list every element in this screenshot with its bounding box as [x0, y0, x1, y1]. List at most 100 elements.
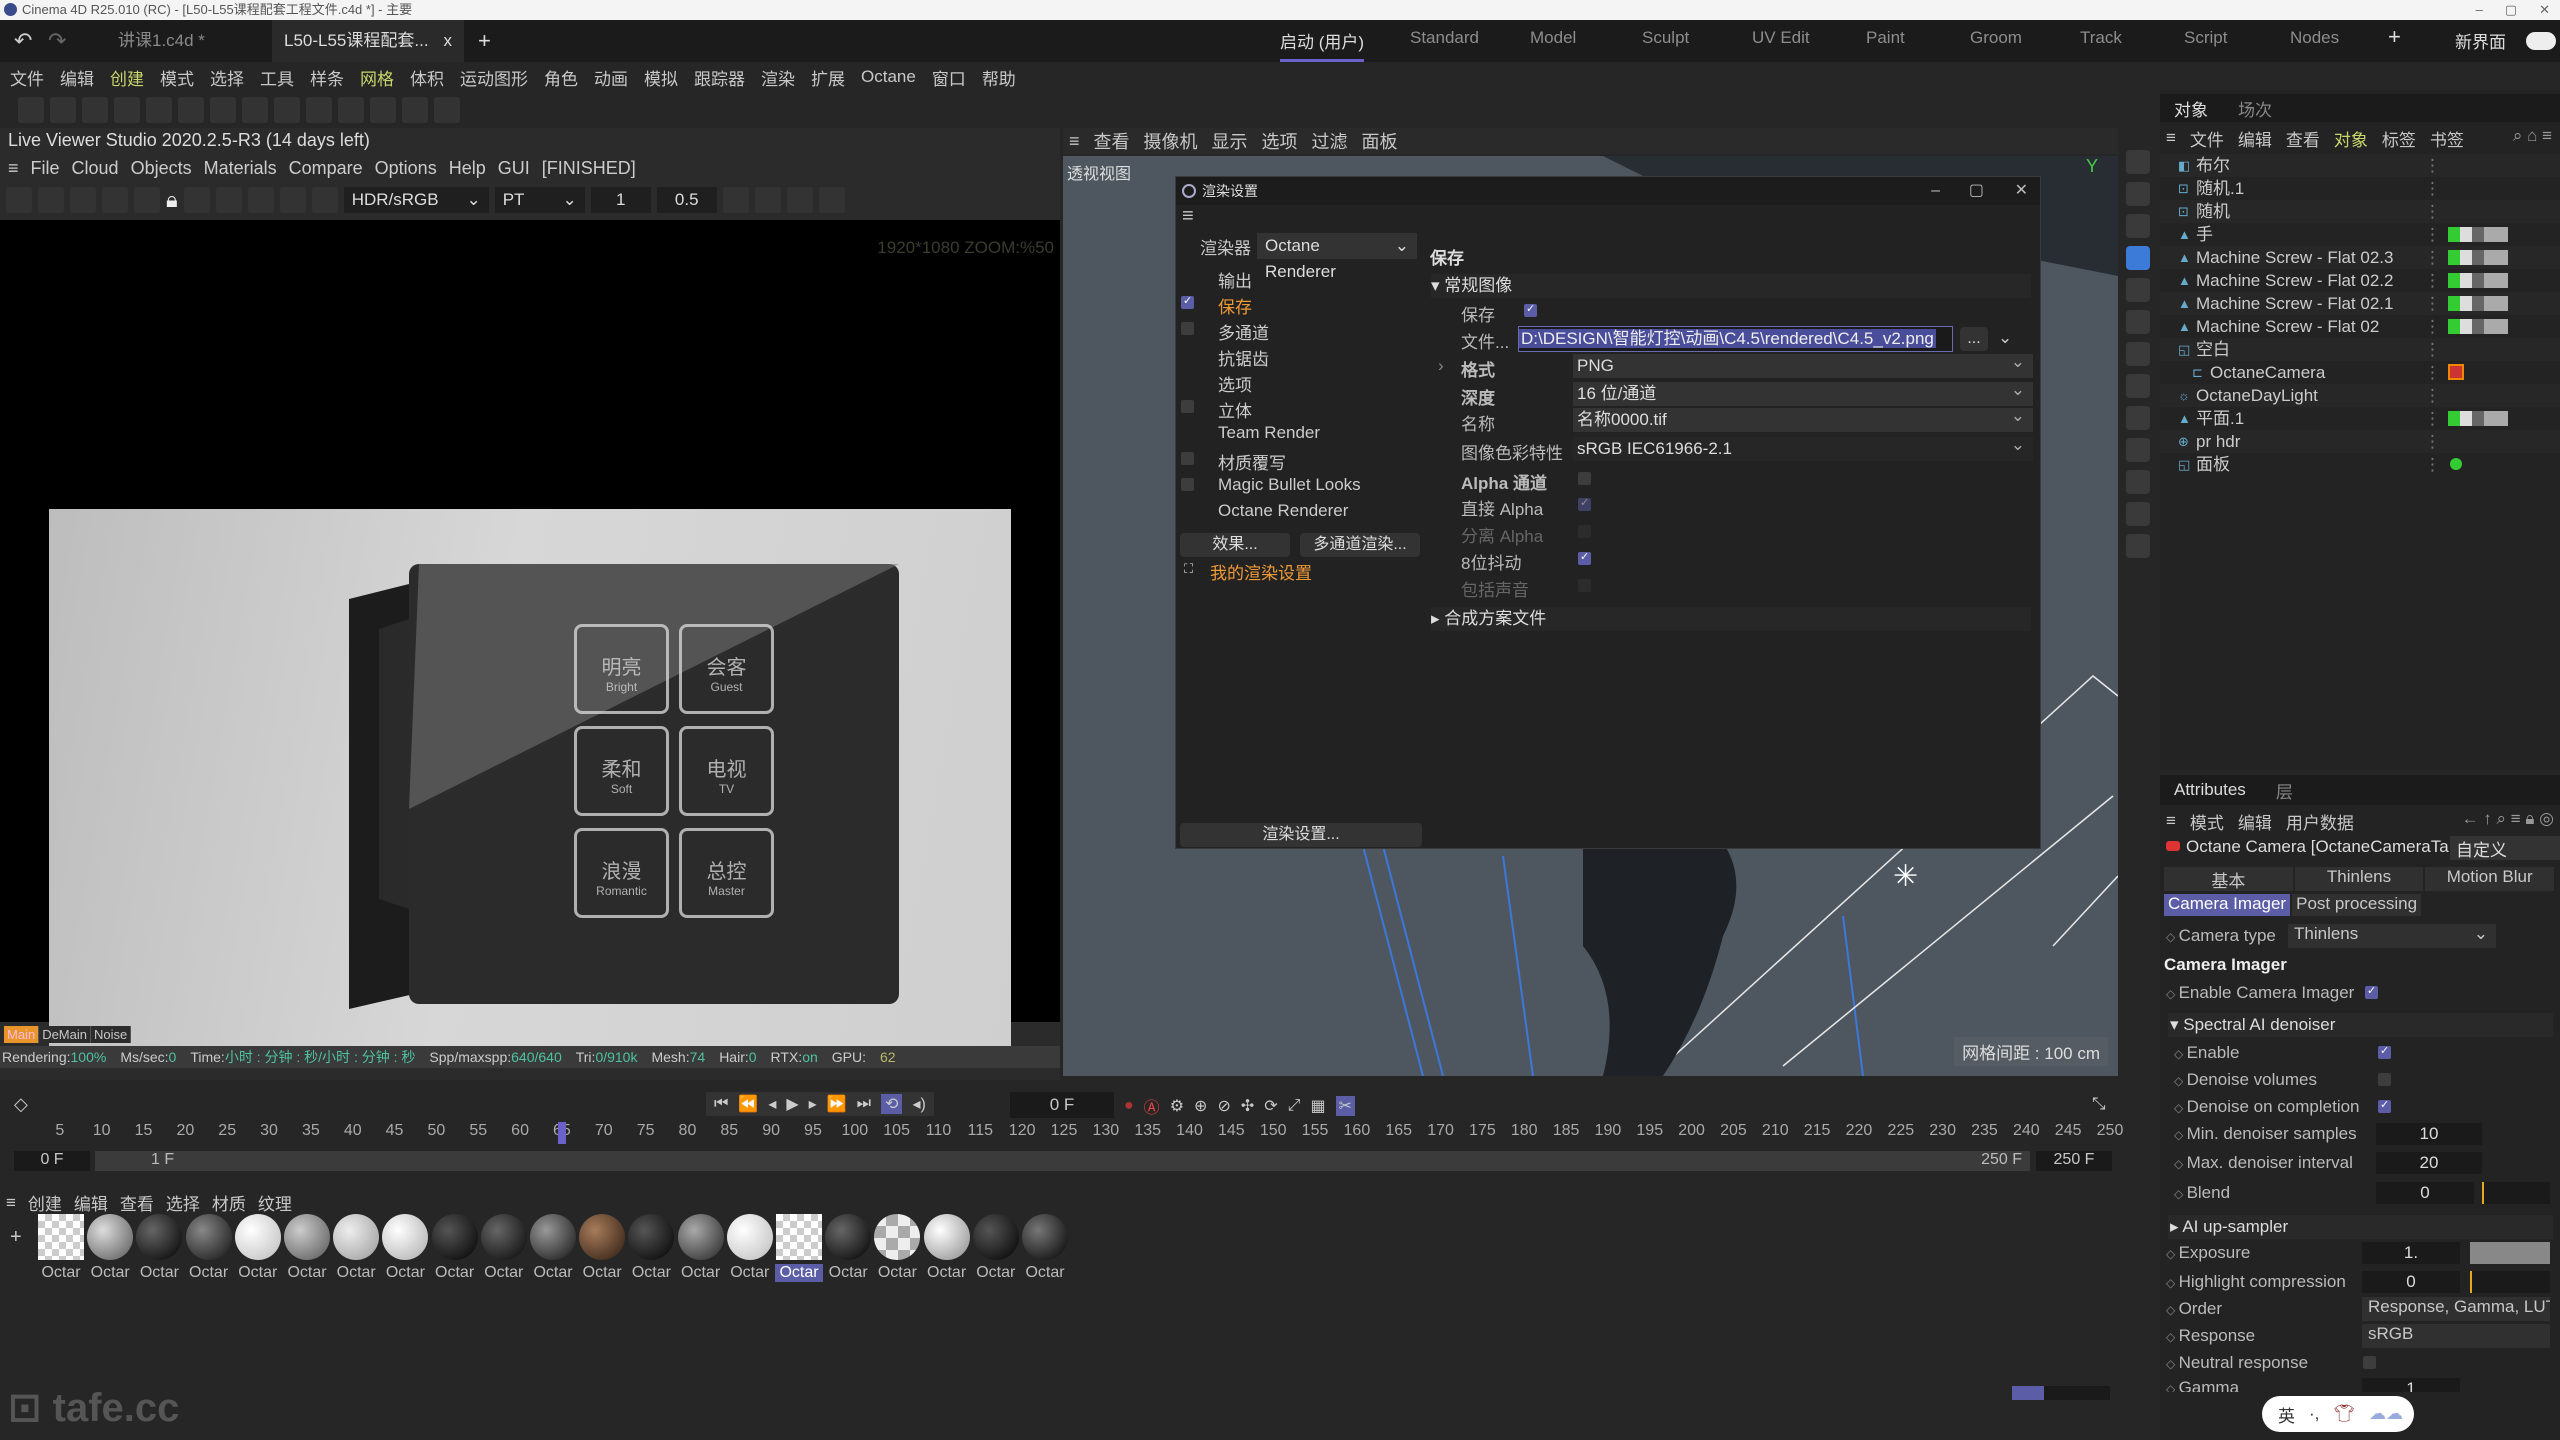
highlight-slider[interactable]: [2470, 1271, 2550, 1293]
pass-tab[interactable]: DeMain: [39, 1025, 91, 1043]
snap-icon[interactable]: [2126, 374, 2150, 398]
material-swatch[interactable]: [234, 1214, 281, 1260]
renderer-select[interactable]: Octane Renderer ⌄: [1257, 233, 1417, 281]
lv-menu-item[interactable]: GUI: [498, 158, 530, 179]
om-menu-item[interactable]: 编辑: [2238, 126, 2272, 151]
om-search-icons[interactable]: ⌕ ⌂ ≡: [2513, 126, 2552, 146]
material-label[interactable]: Octar: [775, 1264, 823, 1282]
scale-key-icon[interactable]: ⤢: [1288, 1097, 1301, 1115]
material-menu-item[interactable]: 编辑: [74, 1190, 108, 1215]
layout-tab[interactable]: Nodes: [2290, 28, 2339, 48]
alpha-checkbox[interactable]: [1578, 472, 1591, 485]
compare-icon[interactable]: [247, 187, 274, 213]
render-canvas[interactable]: 1920*1080 ZOOM:%50 明亮 Bright 会客 Guest 柔和 Soft…: [0, 220, 1060, 1047]
maximize-button[interactable]: ▢: [2505, 0, 2517, 20]
motion-icon[interactable]: ⊘: [1217, 1096, 1230, 1116]
tab-attributes[interactable]: Attributes: [2174, 780, 2246, 800]
menu-item[interactable]: 运动图形: [460, 65, 528, 90]
material-menu-item[interactable]: 选择: [166, 1190, 200, 1215]
hamburger-icon[interactable]: ≡: [6, 1193, 16, 1213]
preset-item[interactable]: 我的渲染设置: [1210, 559, 1312, 584]
toolbar-tool-icon[interactable]: [50, 97, 76, 123]
file-path-input[interactable]: D:\DESIGN\智能灯控\动画\C4.5\rendered\C4.5_v2.…: [1518, 326, 1953, 352]
file-tab-1[interactable]: 讲课1.c4d *: [118, 20, 205, 62]
layout-tab[interactable]: Sculpt: [1642, 28, 1689, 48]
material-label[interactable]: Octar: [627, 1264, 675, 1282]
settings-list-item[interactable]: 立体: [1218, 397, 1252, 422]
ime-language[interactable]: 英: [2278, 1402, 2295, 1427]
playhead[interactable]: [557, 1122, 566, 1144]
material-label[interactable]: Octar: [86, 1264, 134, 1282]
upsampler-section[interactable]: ▸ AI up-sampler: [2168, 1215, 2553, 1239]
toolbar-tool-icon[interactable]: [242, 97, 268, 123]
material-label[interactable]: Octar: [332, 1264, 380, 1282]
viewport-menu-item[interactable]: 显示: [1212, 128, 1248, 154]
material-label[interactable]: Octar: [677, 1264, 725, 1282]
visibility-dots-icon[interactable]: ⋮: [2424, 292, 2441, 315]
dither-checkbox[interactable]: [1578, 550, 1591, 565]
material-label[interactable]: Octar: [578, 1264, 626, 1282]
item-checkbox[interactable]: [1181, 294, 1194, 309]
toolbar-tool-icon[interactable]: [82, 97, 108, 123]
dialog-minimize-button[interactable]: –: [1931, 177, 1940, 205]
material-menu-item[interactable]: 材质: [212, 1190, 246, 1215]
viewport-menu-item[interactable]: 摄像机: [1144, 128, 1198, 154]
menu-item[interactable]: 网格: [360, 65, 394, 90]
material-label[interactable]: Octar: [873, 1264, 921, 1282]
order-select[interactable]: Response, Gamma, LUT: [2362, 1297, 2550, 1321]
attr-preset-select[interactable]: 自定义: [2450, 836, 2560, 860]
sound-icon[interactable]: ◂): [912, 1094, 925, 1114]
visibility-dots-icon[interactable]: ⋮: [2424, 453, 2441, 476]
pick-focus-icon[interactable]: [279, 187, 306, 213]
om-menu-item[interactable]: 标签: [2382, 126, 2416, 151]
material-swatch[interactable]: [628, 1214, 675, 1260]
browse-button[interactable]: ...: [1960, 327, 1988, 351]
material-label[interactable]: Octar: [923, 1264, 971, 1282]
range-start-field[interactable]: 0 F: [14, 1151, 90, 1171]
denoise-completion-checkbox[interactable]: [2378, 1098, 2391, 1113]
settings-list-item[interactable]: 保存: [1218, 293, 1252, 318]
material-menu-item[interactable]: 查看: [120, 1190, 154, 1215]
auto-key-icon[interactable]: Ⓐ: [1144, 1094, 1160, 1118]
toolbar-tool-icon[interactable]: [146, 97, 172, 123]
dialog-close-button[interactable]: ✕: [2015, 177, 2028, 205]
add-layout-button[interactable]: +: [2388, 24, 2401, 50]
play-icon[interactable]: ▶: [786, 1094, 798, 1114]
viewport-menu-item[interactable]: 面板: [1362, 128, 1398, 154]
visibility-dots-icon[interactable]: ⋮: [2424, 246, 2441, 269]
menu-item[interactable]: 体积: [410, 65, 444, 90]
viewport-menu-item[interactable]: 选项: [1262, 128, 1298, 154]
prev-key-icon[interactable]: ⏪: [738, 1094, 758, 1114]
pla-icon[interactable]: ✂: [1335, 1096, 1355, 1116]
hamburger-icon[interactable]: ≡: [1182, 205, 1194, 228]
next-key-icon[interactable]: ⏩: [827, 1094, 847, 1114]
rotate-icon[interactable]: [2126, 278, 2150, 302]
menu-item[interactable]: 样条: [310, 65, 344, 90]
material-swatch[interactable]: [382, 1214, 429, 1260]
regular-image-section[interactable]: ▾ 常规图像: [1431, 274, 2031, 298]
toolbar-tool-icon[interactable]: [274, 97, 300, 123]
material-label[interactable]: Octar: [824, 1264, 872, 1282]
tab-camera-imager[interactable]: Camera Imager: [2164, 894, 2291, 916]
exposure-field[interactable]: 1.: [2362, 1242, 2460, 1264]
new-tab-button[interactable]: +: [478, 20, 491, 62]
material-swatch[interactable]: [38, 1214, 84, 1260]
settings-list-item[interactable]: 选项: [1218, 371, 1252, 396]
tab-takes[interactable]: 场次: [2238, 96, 2272, 121]
restart-icon[interactable]: [38, 187, 64, 213]
blend-field[interactable]: 0: [2376, 1182, 2474, 1204]
material-swatch[interactable]: [776, 1214, 822, 1260]
color-profile-select[interactable]: sRGB IEC61966-2.1: [1573, 433, 2033, 461]
search-icon[interactable]: [2126, 150, 2150, 174]
object-row[interactable]: ⊕ pr hdr ⋮: [2160, 430, 2560, 453]
rotate-key-icon[interactable]: ⟳: [1264, 1096, 1277, 1116]
object-row[interactable]: ⊡ 随机.1 ⋮: [2160, 177, 2560, 200]
object-row[interactable]: ◧ 布尔 ⋮: [2160, 154, 2560, 177]
sphere-icon[interactable]: [183, 187, 210, 213]
layout-tab[interactable]: UV Edit: [1752, 28, 1810, 48]
prev-frame-icon[interactable]: ◂: [768, 1094, 776, 1114]
material-swatch[interactable]: [284, 1214, 330, 1260]
om-menu-item[interactable]: 对象: [2334, 126, 2368, 151]
go-end-icon[interactable]: ⏭: [857, 1095, 871, 1113]
depth-select[interactable]: 16 位/通道: [1573, 378, 2033, 406]
